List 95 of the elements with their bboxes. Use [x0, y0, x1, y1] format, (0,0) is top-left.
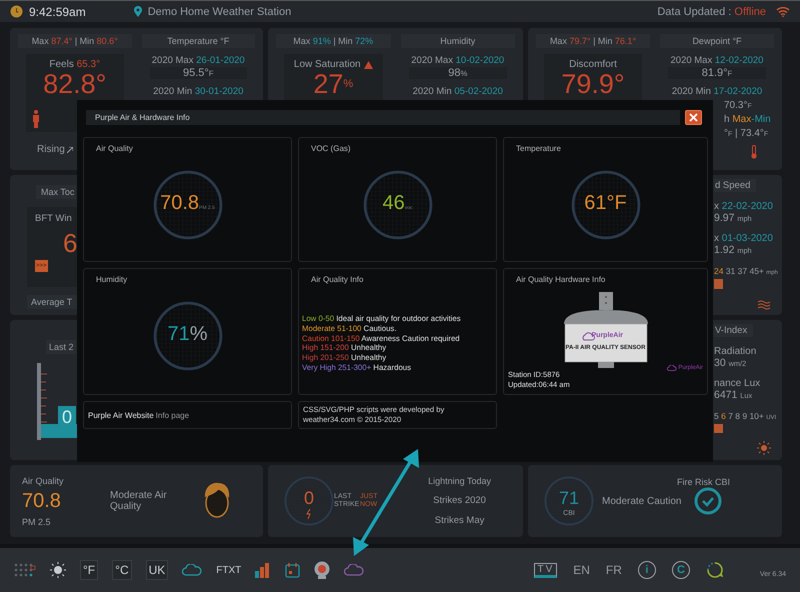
language-button[interactable]: EN	[573, 563, 590, 577]
max-min-readout: Max 87.4° | Min 80.6°	[18, 34, 132, 48]
gauge-value: 61°F	[583, 192, 628, 215]
calendar-icon[interactable]	[285, 562, 300, 578]
max-min-readout: Max 79.7° | Min 76.1°	[536, 34, 650, 48]
gauge-dial	[284, 476, 334, 526]
panel-title: Max Toc	[36, 185, 76, 199]
record-label: nance Lux	[714, 378, 760, 389]
sun-icon[interactable]	[50, 562, 66, 578]
refresh-icon[interactable]	[706, 561, 724, 579]
wifi-icon	[776, 6, 790, 17]
status-text: Moderate Caution	[602, 496, 682, 506]
cloud-logo-icon	[667, 365, 678, 371]
record-label: 2020 Max 10-02-2020	[410, 55, 506, 66]
strike-stat: Strikes 2020	[433, 495, 486, 506]
panel-title: Fire Risk CBI	[676, 477, 730, 487]
max-min-readout: Max 91% | Min 72%	[276, 34, 390, 48]
gauge-dial	[570, 170, 640, 240]
language-button[interactable]: FR	[606, 563, 622, 577]
record-text: h Max-Min	[724, 114, 771, 125]
unit-button[interactable]: °F	[80, 560, 98, 580]
record-label: 2020 Max 26-01-2020	[150, 55, 246, 66]
trend-label: Rising	[37, 144, 65, 155]
thermometer-icon	[750, 145, 758, 159]
panel-title: Last 2	[46, 340, 76, 354]
clock-icon	[10, 5, 23, 18]
card-title: VOC (Gas)	[311, 144, 351, 153]
record-label: x 22-02-2020	[714, 201, 773, 212]
record-label: Radiation	[714, 346, 756, 357]
panel-title: Air Quality	[22, 476, 65, 486]
bar-chart-icon[interactable]	[255, 562, 272, 578]
person-icon	[32, 110, 40, 128]
close-icon	[689, 113, 698, 122]
dialog-title: Purple Air & Hardware Info	[86, 110, 680, 125]
reading-title: BFT Win	[35, 213, 72, 224]
record-label: 2020 Min 05-02-2020	[412, 86, 504, 97]
gauge-dial	[152, 170, 222, 240]
panel-title: d Speed	[714, 179, 756, 192]
record-label: 2020 Min 30-01-2020	[152, 86, 244, 97]
record-label: 2020 Max 12-02-2020	[670, 55, 764, 66]
fire-risk-value: 71	[558, 488, 580, 509]
tv-mode-button[interactable]: TV	[534, 562, 558, 578]
gauge-dial	[152, 301, 222, 371]
wind-icon	[757, 300, 771, 310]
status-text: Moderate Air Quality	[110, 490, 168, 512]
big-reading: 27$^{%}$	[313, 71, 354, 97]
big-reading: 82.8°	[43, 71, 106, 97]
record-label: 2020 Min 17-02-2020	[670, 86, 764, 97]
card-title: Air Quality	[96, 144, 133, 153]
scale-bar	[714, 279, 723, 289]
unit-label: PM 2.5	[22, 516, 52, 526]
card-title: Air Quality Info	[311, 275, 364, 284]
reading-title: Feels 65.3°	[49, 59, 100, 70]
cloud-icon[interactable]	[182, 564, 202, 576]
cloud-icon[interactable]	[344, 564, 364, 576]
panel-title: Dewpoint °F	[660, 34, 774, 48]
strike-count: 0	[302, 488, 315, 509]
toolbar-button[interactable]: FTXT	[216, 564, 242, 576]
record-label: x 01-03-2020	[714, 233, 773, 244]
sun-icon	[757, 441, 771, 455]
avatar-drawing	[202, 482, 232, 520]
round-button[interactable]: i	[638, 561, 656, 579]
panel-footer: Average T	[27, 295, 77, 309]
big-reading: 79.9°	[561, 71, 625, 97]
round-button[interactable]: C	[672, 561, 690, 579]
scale-bar	[714, 424, 723, 433]
lightning-bolt-icon	[306, 509, 312, 519]
webcam-icon[interactable]	[314, 561, 330, 579]
rising-arrow-icon	[66, 146, 73, 152]
station-name: Demo Home Weather Station	[148, 6, 292, 18]
reading-title: Low Saturation	[294, 59, 361, 70]
update-status: Data Updated : Offline	[657, 6, 766, 18]
clock-time: 9:42:59am	[29, 4, 86, 18]
grid-menu-icon[interactable]	[14, 563, 36, 577]
unit-button[interactable]: UK	[146, 560, 168, 580]
close-button[interactable]	[685, 110, 702, 125]
reading-title: Discomfort	[569, 59, 617, 70]
card-title: Temperature	[516, 144, 561, 153]
air-quality-value: 70.8	[22, 490, 62, 512]
location-pin-icon	[134, 6, 142, 17]
website-link[interactable]: Purple Air Website	[88, 410, 154, 420]
card-title: Air Quality Hardware Info	[516, 275, 606, 284]
panel-title: Lightning Today	[428, 476, 491, 486]
panel-title: Humidity	[400, 34, 515, 48]
panel-title: V-Index	[714, 324, 754, 337]
card-title: Humidity	[96, 275, 128, 284]
big-reading: 6	[63, 228, 78, 258]
strike-stat: Strikes May	[434, 515, 484, 526]
gauge-value: 71%	[166, 323, 209, 346]
check-circle-icon	[694, 487, 722, 515]
panel-title: Temperature °F	[142, 34, 255, 48]
unit-button[interactable]: °C	[112, 560, 132, 580]
link-caption: Info page	[156, 410, 190, 420]
gauge-dial	[362, 170, 432, 240]
gauge-dial	[544, 476, 594, 526]
